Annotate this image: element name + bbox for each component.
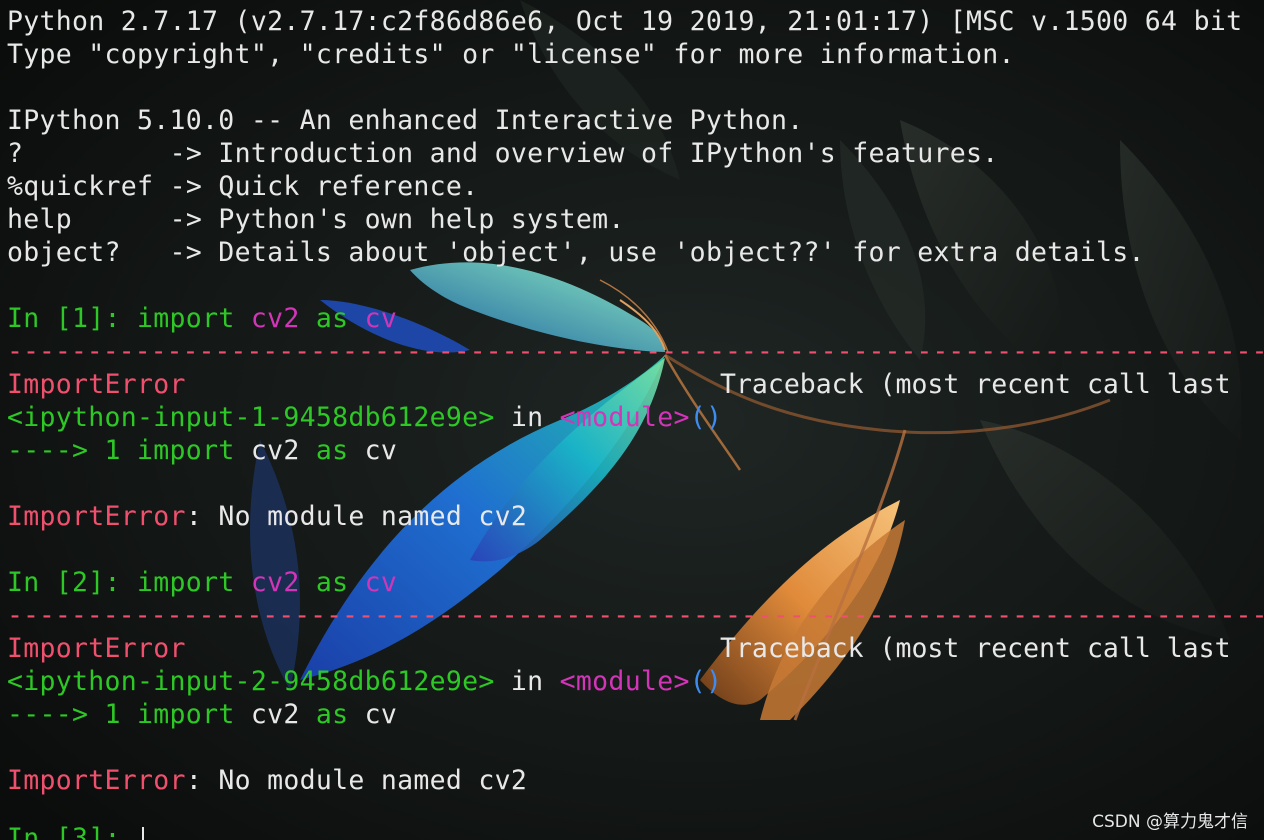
help-row: help -> Python's own help system. <box>7 204 625 235</box>
traceback-source-line: <ipython-input-2-9458db612e9e> in <modul… <box>7 666 723 697</box>
input-line: In [1]: import cv2 as cv <box>7 303 398 334</box>
python-banner-line: Python 2.7.17 (v2.7.17:c2f86d86e6, Oct 1… <box>7 6 1243 37</box>
input-prompt: In [1]: <box>7 303 138 334</box>
error-type: ImportError <box>7 633 186 664</box>
traceback-arrow-line: ----> 1 import cv2 as cv <box>7 699 398 730</box>
input-prompt: In [2]: <box>7 567 138 598</box>
error-message-line: ImportError: No module named cv2 <box>7 501 528 532</box>
text-cursor <box>142 827 144 840</box>
help-row: %quickref -> Quick reference. <box>7 171 479 202</box>
traceback-label: Traceback (most recent call last <box>720 369 1231 400</box>
next-input-prompt[interactable]: In [3]: <box>7 822 137 840</box>
error-message-line: ImportError: No module named cv2 <box>7 765 528 796</box>
help-row: ? -> Introduction and overview of IPytho… <box>7 138 999 169</box>
error-type: ImportError <box>7 369 186 400</box>
ipython-terminal[interactable]: Python 2.7.17 (v2.7.17:c2f86d86e6, Oct 1… <box>0 0 1264 840</box>
traceback-label: Traceback (most recent call last <box>720 633 1231 664</box>
traceback-arrow-line: ----> 1 import cv2 as cv <box>7 435 398 466</box>
traceback-separator: ----------------------------------------… <box>7 600 1264 631</box>
traceback-source-line: <ipython-input-1-9458db612e9e> in <modul… <box>7 402 723 433</box>
watermark: CSDN @算力鬼才信 <box>1092 812 1248 832</box>
input-line: In [2]: import cv2 as cv <box>7 567 398 598</box>
help-row: object? -> Details about 'object', use '… <box>7 237 1145 268</box>
ipython-version-line: IPython 5.10.0 -- An enhanced Interactiv… <box>7 105 804 136</box>
copyright-hint-line: Type "copyright", "credits" or "license"… <box>7 39 1015 70</box>
traceback-separator: ----------------------------------------… <box>7 336 1264 367</box>
